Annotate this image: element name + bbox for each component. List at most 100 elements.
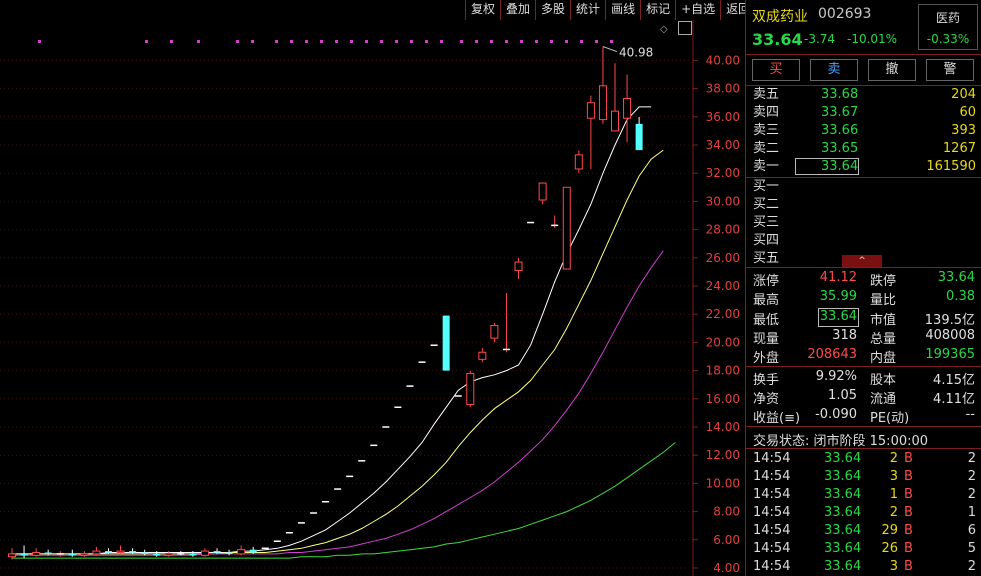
candle-body [177, 553, 185, 555]
outer-volume-value: 208643 [807, 347, 857, 362]
buy-button[interactable]: 买 [752, 59, 800, 81]
tick-time: 14:54 [753, 541, 791, 556]
tick-volume: 2 [889, 505, 898, 520]
candle-body [406, 385, 414, 387]
ma5-line [12, 106, 652, 555]
tick-count: 1 [967, 505, 976, 520]
ma60-line [12, 442, 676, 559]
toolbar-mark[interactable]: 标记 [640, 0, 675, 20]
candle [153, 551, 161, 557]
ask-row-3[interactable]: 卖三 33.66 393 [746, 122, 981, 140]
tick-row[interactable]: 14:54 33.64 3 B 2 [746, 558, 981, 576]
axis-tick-label: 36.00 [706, 110, 740, 124]
toolbar-add-watchlist[interactable]: +自选 [675, 0, 720, 20]
toolbar-draw-line[interactable]: 画线 [605, 0, 640, 20]
candle [370, 444, 378, 447]
candle-body [623, 97, 632, 119]
limit-up-value: 41.12 [819, 270, 857, 285]
candle-body [598, 85, 607, 121]
tick-count: 2 [967, 451, 976, 466]
ask-volume: 1267 [942, 141, 976, 156]
axis-tick-label: 6.00 [713, 533, 740, 547]
toolbar-overlay[interactable]: 叠加 [500, 0, 535, 20]
alert-button[interactable]: 警 [926, 59, 974, 81]
tick-price: 33.64 [824, 559, 862, 574]
candle [285, 532, 293, 534]
share-capital-label: 股本 [870, 373, 897, 388]
tick-row[interactable]: 14:54 33.64 3 B 2 [746, 468, 981, 486]
toolbar-multi-stock[interactable]: 多股 [535, 0, 570, 20]
limit-up-label: 涨停 [753, 274, 780, 289]
candle [442, 315, 450, 371]
candle [141, 549, 149, 556]
axis-tick-label: 22.00 [706, 307, 740, 321]
current-volume-value: 318 [832, 328, 857, 343]
bid-row-3[interactable]: 买三 [746, 214, 981, 232]
tick-count: 5 [967, 541, 976, 556]
tick-count: 2 [967, 559, 976, 574]
candle-body [322, 500, 330, 503]
signal-marker [520, 40, 523, 43]
ask-price: 33.68 [821, 87, 859, 102]
limit-down-label: 跌停 [870, 274, 897, 289]
tick-row[interactable]: 14:54 33.64 2 B 2 [746, 450, 981, 468]
candle-body [430, 344, 438, 346]
kline-chart[interactable]: 40.00 38.00 36.00 34.00 32.00 30.00 28.00 26.00… [0, 0, 745, 576]
candle [20, 545, 28, 559]
axis-tick-label: 32.00 [706, 166, 740, 180]
axis-tick-label: 14.00 [706, 420, 740, 434]
candle-body [273, 540, 281, 542]
signal-marker [335, 40, 338, 43]
bid-row-2[interactable]: 买二 [746, 196, 981, 214]
bid-label: 买一 [753, 179, 780, 194]
bid-label: 买二 [753, 197, 780, 212]
candle [346, 475, 354, 478]
candle-body [237, 549, 246, 555]
candle [574, 150, 583, 174]
cancel-order-button[interactable]: 撤 [868, 59, 916, 81]
ask-row-1[interactable]: 卖一 33.64 161590 [746, 158, 981, 176]
tick-row[interactable]: 14:54 33.64 1 B 2 [746, 486, 981, 504]
tick-row[interactable]: 14:54 33.64 29 B 6 [746, 522, 981, 540]
candle-body [454, 395, 462, 397]
candle-body [249, 549, 257, 553]
candle [177, 551, 185, 556]
signal-marker [236, 40, 239, 43]
turnover-label: 换手 [753, 373, 780, 388]
ask-row-2[interactable]: 卖二 33.65 1267 [746, 140, 981, 158]
candle-body [153, 553, 161, 556]
price-change-pct: -10.01% [847, 32, 898, 46]
ask-row-5[interactable]: 卖五 33.68 204 [746, 86, 981, 104]
bid-row-1[interactable]: 买一 [746, 178, 981, 196]
candle [623, 74, 632, 143]
tick-volume: 29 [881, 523, 898, 538]
checkbox-icon[interactable] [678, 21, 692, 35]
tick-row[interactable]: 14:54 33.64 26 B 5 [746, 540, 981, 558]
candle-body [514, 261, 523, 271]
tick-time: 14:54 [753, 559, 791, 574]
candle [478, 348, 487, 363]
candle [310, 512, 317, 514]
candle [225, 549, 233, 556]
axis-tick-label: 20.00 [706, 335, 740, 349]
sector-box[interactable]: 医药 -0.33% [918, 4, 978, 50]
bid-label: 买五 [753, 251, 780, 266]
tick-time: 14:54 [753, 487, 791, 502]
candle-body [635, 123, 643, 151]
candle-body [551, 224, 559, 227]
axis-tick-label: 38.00 [706, 82, 740, 96]
candle-body [527, 221, 535, 224]
tick-side: B [904, 523, 913, 538]
sell-button[interactable]: 卖 [810, 59, 858, 81]
candle [394, 406, 402, 409]
ask-row-4[interactable]: 卖四 33.67 60 [746, 104, 981, 122]
toolbar-restore-rights[interactable]: 复权 [465, 0, 500, 20]
toolbar-statistics[interactable]: 统计 [570, 0, 605, 20]
tick-row[interactable]: 14:54 33.64 2 B 1 [746, 504, 981, 522]
inner-volume-label: 内盘 [870, 351, 897, 366]
bid-row-4[interactable]: 买四 [746, 232, 981, 250]
candle-body [141, 552, 149, 554]
collapse-caret-icon[interactable]: ^ [842, 255, 882, 267]
diamond-icon[interactable]: ◇ [660, 24, 668, 35]
candle [382, 426, 390, 428]
